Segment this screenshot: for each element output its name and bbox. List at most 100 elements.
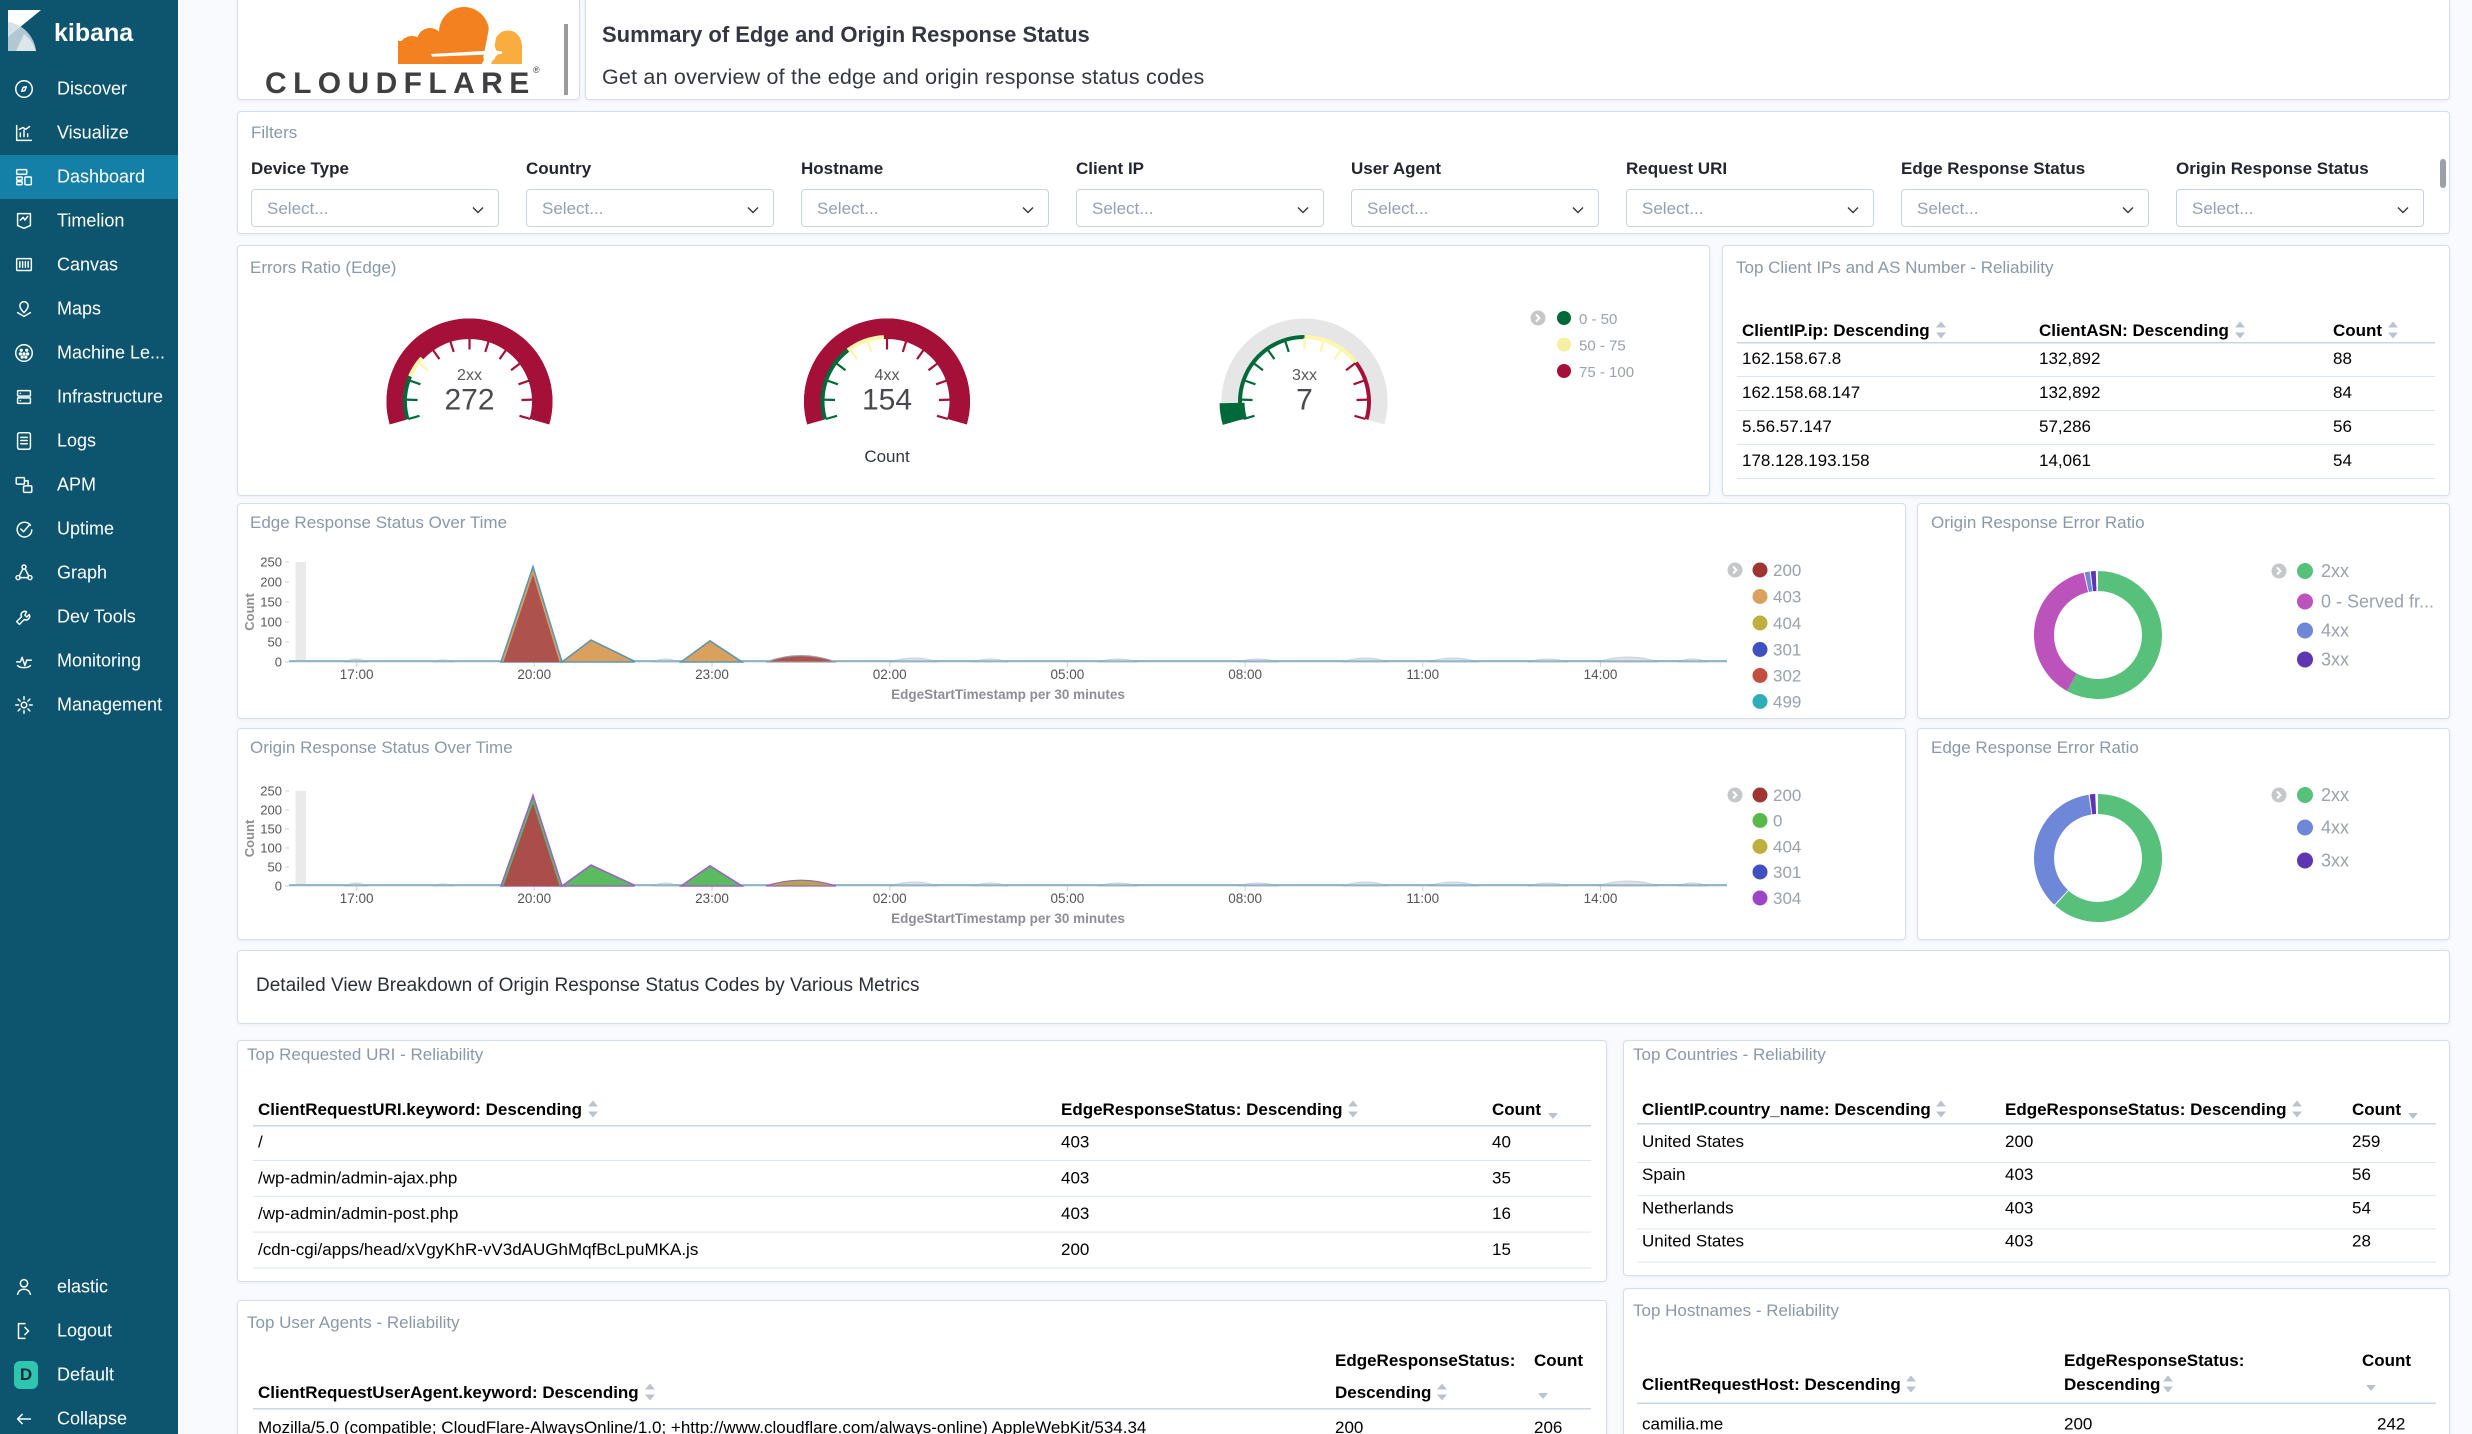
svg-text:132,892: 132,892 [2039,383,2100,402]
svg-text:14:00: 14:00 [1584,667,1618,682]
svg-text:United States: United States [1642,1232,1744,1251]
svg-text:404: 404 [1773,614,1801,633]
svg-text:CLOUDFLARE: CLOUDFLARE [265,67,536,97]
svg-text:Count: Count [2362,1351,2411,1370]
svg-text:camilia.me: camilia.me [1642,1415,1723,1434]
svg-text:162.158.67.8: 162.158.67.8 [1742,349,1841,368]
svg-text:EdgeStartTimestamp per 30 minu: EdgeStartTimestamp per 30 minutes [891,687,1125,702]
svg-text:United States: United States [1642,1132,1744,1151]
svg-text:/wp-admin/admin-post.php: /wp-admin/admin-post.php [258,1204,458,1223]
svg-text:35: 35 [1492,1168,1511,1187]
svg-text:0: 0 [275,879,282,894]
svg-text:403: 403 [2005,1232,2033,1251]
svg-text:Mozilla/5.0 (compatible; Cloud: Mozilla/5.0 (compatible; CloudFlare-Alwa… [258,1418,1146,1434]
svg-text:EdgeResponseStatus: Descending: EdgeResponseStatus: Descending [1061,1100,1343,1119]
svg-text:/cdn-cgi/apps/head/xVgyKhR-vV3: /cdn-cgi/apps/head/xVgyKhR-vV3dAUGhMqfBc… [258,1240,698,1259]
svg-text:3xx: 3xx [1292,367,1317,384]
svg-text:0 - Served fr...: 0 - Served fr... [2321,592,2434,612]
svg-text:50 - 75: 50 - 75 [1579,338,1626,355]
svg-text:EdgeResponseStatus:: EdgeResponseStatus: [1335,1351,1515,1370]
svg-text:200: 200 [260,575,282,590]
svg-text:Count: Count [1534,1351,1583,1370]
svg-text:23:00: 23:00 [695,667,729,682]
svg-text:206: 206 [1534,1418,1562,1434]
svg-text:ClientRequestHost: Descending: ClientRequestHost: Descending [1642,1375,1901,1394]
svg-text:Count: Count [242,593,257,631]
svg-text:50: 50 [268,860,282,875]
svg-text:20:00: 20:00 [517,891,551,906]
svg-text:EdgeResponseStatus: Descending: EdgeResponseStatus: Descending [2005,1100,2287,1119]
svg-text:Descending: Descending [2064,1375,2160,1394]
svg-text:ClientRequestUserAgent.keyword: ClientRequestUserAgent.keyword: Descendi… [258,1383,639,1402]
svg-text:200: 200 [1773,786,1801,805]
svg-text:403: 403 [1061,1204,1089,1223]
svg-text:ClientIP.country_name: Descend: ClientIP.country_name: Descending [1642,1100,1931,1119]
svg-text:11:00: 11:00 [1406,891,1439,906]
svg-text:ClientRequestURI.keyword: Desc: ClientRequestURI.keyword: Descending [258,1100,582,1119]
svg-text:4xx: 4xx [2321,818,2349,838]
svg-text:17:00: 17:00 [340,667,374,682]
svg-text:200: 200 [1061,1240,1089,1259]
svg-text:20:00: 20:00 [517,667,551,682]
svg-text:16: 16 [1492,1204,1511,1223]
svg-text:05:00: 05:00 [1051,891,1085,906]
svg-text:250: 250 [260,784,282,799]
svg-text:403: 403 [1061,1168,1089,1187]
svg-text:88: 88 [2333,349,2352,368]
svg-text:02:00: 02:00 [873,891,907,906]
svg-text:/wp-admin/admin-ajax.php: /wp-admin/admin-ajax.php [258,1168,457,1187]
svg-text:162.158.68.147: 162.158.68.147 [1742,383,1860,402]
svg-text:®: ® [533,65,540,75]
svg-text:EdgeResponseStatus:: EdgeResponseStatus: [2064,1351,2244,1370]
svg-text:2xx: 2xx [2321,561,2349,581]
svg-text:272: 272 [444,384,494,417]
svg-text:Count: Count [2333,321,2382,340]
svg-text:250: 250 [260,555,282,570]
svg-text:Descending: Descending [1335,1383,1431,1402]
svg-text:Spain: Spain [1642,1165,1685,1184]
svg-text:200: 200 [1773,561,1801,580]
svg-text:56: 56 [2352,1165,2371,1184]
svg-text:100: 100 [260,841,282,856]
svg-text:23:00: 23:00 [695,891,729,906]
svg-text:200: 200 [260,803,282,818]
svg-text:154: 154 [862,384,912,417]
svg-text:200: 200 [1335,1418,1363,1434]
svg-text:15: 15 [1492,1240,1511,1259]
svg-text:0: 0 [275,655,282,670]
svg-text:499: 499 [1773,693,1801,712]
svg-text:14,061: 14,061 [2039,451,2091,470]
svg-text:54: 54 [2333,451,2352,470]
svg-text:7: 7 [1296,384,1313,417]
svg-text:132,892: 132,892 [2039,349,2100,368]
svg-text:84: 84 [2333,383,2352,402]
svg-text:56: 56 [2333,417,2352,436]
svg-text:178.128.193.158: 178.128.193.158 [1742,451,1870,470]
svg-text:75 - 100: 75 - 100 [1579,364,1634,381]
svg-text:3xx: 3xx [2321,650,2349,670]
svg-text:08:00: 08:00 [1228,667,1262,682]
svg-text:17:00: 17:00 [340,891,374,906]
svg-text:304: 304 [1773,889,1801,908]
svg-text:ClientIP.ip: Descending: ClientIP.ip: Descending [1742,321,1930,340]
svg-text:200: 200 [2005,1132,2033,1151]
svg-text:EdgeStartTimestamp per 30 minu: EdgeStartTimestamp per 30 minutes [891,911,1125,926]
svg-text:403: 403 [2005,1198,2033,1217]
svg-text:Count: Count [2352,1100,2401,1119]
svg-text:5.56.57.147: 5.56.57.147 [1742,417,1832,436]
svg-text:301: 301 [1773,863,1801,882]
svg-text:259: 259 [2352,1132,2380,1151]
svg-text:Count: Count [1492,1100,1541,1119]
svg-text:150: 150 [260,595,282,610]
svg-text:2xx: 2xx [2321,785,2349,805]
svg-text:404: 404 [1773,838,1801,857]
svg-text:302: 302 [1773,667,1801,686]
svg-text:08:00: 08:00 [1228,891,1262,906]
svg-text:05:00: 05:00 [1051,667,1085,682]
svg-text:4xx: 4xx [2321,621,2349,641]
svg-text:2xx: 2xx [457,367,482,384]
svg-text:3xx: 3xx [2321,851,2349,871]
svg-text:0 - 50: 0 - 50 [1579,311,1617,328]
svg-text:11:00: 11:00 [1406,667,1439,682]
svg-text:403: 403 [2005,1165,2033,1184]
